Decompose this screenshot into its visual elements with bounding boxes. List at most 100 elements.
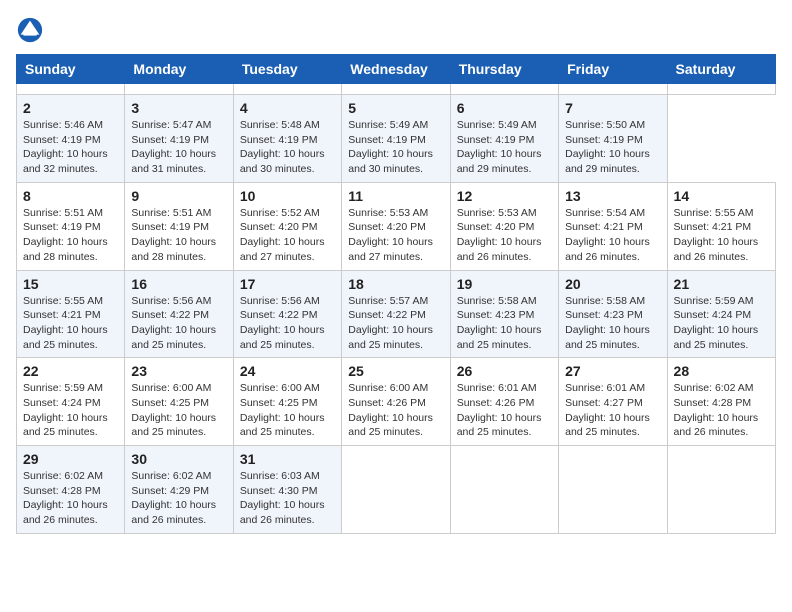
- day-cell-30: 30 Sunrise: 6:02 AM Sunset: 4:29 PM Dayl…: [125, 446, 233, 534]
- day-number: 12: [457, 188, 552, 204]
- day-cell-15: 15 Sunrise: 5:55 AM Sunset: 4:21 PM Dayl…: [17, 270, 125, 358]
- empty-cell: [667, 446, 775, 534]
- day-cell-9: 9 Sunrise: 5:51 AM Sunset: 4:19 PM Dayli…: [125, 182, 233, 270]
- day-number: 10: [240, 188, 335, 204]
- calendar-header-sunday: Sunday: [17, 55, 125, 84]
- logo: [16, 16, 48, 44]
- day-info: Sunrise: 5:55 AM Sunset: 4:21 PM Dayligh…: [23, 294, 118, 353]
- day-cell-24: 24 Sunrise: 6:00 AM Sunset: 4:25 PM Dayl…: [233, 358, 341, 446]
- day-number: 8: [23, 188, 118, 204]
- empty-cell: [450, 84, 558, 95]
- day-cell-10: 10 Sunrise: 5:52 AM Sunset: 4:20 PM Dayl…: [233, 182, 341, 270]
- day-info: Sunrise: 5:53 AM Sunset: 4:20 PM Dayligh…: [457, 206, 552, 265]
- day-cell-3: 3 Sunrise: 5:47 AM Sunset: 4:19 PM Dayli…: [125, 95, 233, 183]
- day-cell-18: 18 Sunrise: 5:57 AM Sunset: 4:22 PM Dayl…: [342, 270, 450, 358]
- logo-icon: [16, 16, 44, 44]
- calendar-header-thursday: Thursday: [450, 55, 558, 84]
- day-cell-20: 20 Sunrise: 5:58 AM Sunset: 4:23 PM Dayl…: [559, 270, 667, 358]
- calendar-week-1: [17, 84, 776, 95]
- day-info: Sunrise: 6:00 AM Sunset: 4:25 PM Dayligh…: [131, 381, 226, 440]
- day-info: Sunrise: 5:48 AM Sunset: 4:19 PM Dayligh…: [240, 118, 335, 177]
- day-number: 18: [348, 276, 443, 292]
- calendar-header-wednesday: Wednesday: [342, 55, 450, 84]
- day-cell-8: 8 Sunrise: 5:51 AM Sunset: 4:19 PM Dayli…: [17, 182, 125, 270]
- day-cell-17: 17 Sunrise: 5:56 AM Sunset: 4:22 PM Dayl…: [233, 270, 341, 358]
- calendar-table: SundayMondayTuesdayWednesdayThursdayFrid…: [16, 54, 776, 534]
- empty-cell: [450, 446, 558, 534]
- page-header: [16, 16, 776, 44]
- day-cell-6: 6 Sunrise: 5:49 AM Sunset: 4:19 PM Dayli…: [450, 95, 558, 183]
- day-cell-25: 25 Sunrise: 6:00 AM Sunset: 4:26 PM Dayl…: [342, 358, 450, 446]
- day-number: 9: [131, 188, 226, 204]
- day-cell-5: 5 Sunrise: 5:49 AM Sunset: 4:19 PM Dayli…: [342, 95, 450, 183]
- day-cell-16: 16 Sunrise: 5:56 AM Sunset: 4:22 PM Dayl…: [125, 270, 233, 358]
- calendar-header-row: SundayMondayTuesdayWednesdayThursdayFrid…: [17, 55, 776, 84]
- empty-cell: [17, 84, 125, 95]
- day-info: Sunrise: 6:00 AM Sunset: 4:26 PM Dayligh…: [348, 381, 443, 440]
- day-info: Sunrise: 6:03 AM Sunset: 4:30 PM Dayligh…: [240, 469, 335, 528]
- day-info: Sunrise: 6:02 AM Sunset: 4:28 PM Dayligh…: [674, 381, 769, 440]
- day-info: Sunrise: 5:46 AM Sunset: 4:19 PM Dayligh…: [23, 118, 118, 177]
- day-info: Sunrise: 6:01 AM Sunset: 4:26 PM Dayligh…: [457, 381, 552, 440]
- day-info: Sunrise: 5:51 AM Sunset: 4:19 PM Dayligh…: [131, 206, 226, 265]
- calendar-week-6: 29 Sunrise: 6:02 AM Sunset: 4:28 PM Dayl…: [17, 446, 776, 534]
- day-info: Sunrise: 5:59 AM Sunset: 4:24 PM Dayligh…: [23, 381, 118, 440]
- empty-cell: [559, 446, 667, 534]
- day-number: 22: [23, 363, 118, 379]
- day-cell-12: 12 Sunrise: 5:53 AM Sunset: 4:20 PM Dayl…: [450, 182, 558, 270]
- calendar-week-4: 15 Sunrise: 5:55 AM Sunset: 4:21 PM Dayl…: [17, 270, 776, 358]
- empty-cell: [667, 84, 775, 95]
- day-number: 24: [240, 363, 335, 379]
- day-number: 23: [131, 363, 226, 379]
- day-cell-13: 13 Sunrise: 5:54 AM Sunset: 4:21 PM Dayl…: [559, 182, 667, 270]
- day-cell-2: 2 Sunrise: 5:46 AM Sunset: 4:19 PM Dayli…: [17, 95, 125, 183]
- day-cell-22: 22 Sunrise: 5:59 AM Sunset: 4:24 PM Dayl…: [17, 358, 125, 446]
- calendar-header-monday: Monday: [125, 55, 233, 84]
- day-cell-23: 23 Sunrise: 6:00 AM Sunset: 4:25 PM Dayl…: [125, 358, 233, 446]
- day-cell-11: 11 Sunrise: 5:53 AM Sunset: 4:20 PM Dayl…: [342, 182, 450, 270]
- day-number: 11: [348, 188, 443, 204]
- day-number: 28: [674, 363, 769, 379]
- day-info: Sunrise: 6:00 AM Sunset: 4:25 PM Dayligh…: [240, 381, 335, 440]
- day-info: Sunrise: 5:59 AM Sunset: 4:24 PM Dayligh…: [674, 294, 769, 353]
- day-info: Sunrise: 5:52 AM Sunset: 4:20 PM Dayligh…: [240, 206, 335, 265]
- calendar-header-saturday: Saturday: [667, 55, 775, 84]
- day-number: 15: [23, 276, 118, 292]
- day-info: Sunrise: 5:49 AM Sunset: 4:19 PM Dayligh…: [348, 118, 443, 177]
- day-info: Sunrise: 5:55 AM Sunset: 4:21 PM Dayligh…: [674, 206, 769, 265]
- day-number: 2: [23, 100, 118, 116]
- calendar-week-2: 2 Sunrise: 5:46 AM Sunset: 4:19 PM Dayli…: [17, 95, 776, 183]
- day-info: Sunrise: 5:50 AM Sunset: 4:19 PM Dayligh…: [565, 118, 660, 177]
- empty-cell: [559, 84, 667, 95]
- day-number: 7: [565, 100, 660, 116]
- calendar-week-5: 22 Sunrise: 5:59 AM Sunset: 4:24 PM Dayl…: [17, 358, 776, 446]
- day-number: 5: [348, 100, 443, 116]
- day-info: Sunrise: 5:57 AM Sunset: 4:22 PM Dayligh…: [348, 294, 443, 353]
- day-info: Sunrise: 6:01 AM Sunset: 4:27 PM Dayligh…: [565, 381, 660, 440]
- day-info: Sunrise: 5:51 AM Sunset: 4:19 PM Dayligh…: [23, 206, 118, 265]
- day-cell-21: 21 Sunrise: 5:59 AM Sunset: 4:24 PM Dayl…: [667, 270, 775, 358]
- day-number: 31: [240, 451, 335, 467]
- day-cell-14: 14 Sunrise: 5:55 AM Sunset: 4:21 PM Dayl…: [667, 182, 775, 270]
- day-info: Sunrise: 6:02 AM Sunset: 4:28 PM Dayligh…: [23, 469, 118, 528]
- day-number: 21: [674, 276, 769, 292]
- day-cell-31: 31 Sunrise: 6:03 AM Sunset: 4:30 PM Dayl…: [233, 446, 341, 534]
- day-info: Sunrise: 5:49 AM Sunset: 4:19 PM Dayligh…: [457, 118, 552, 177]
- empty-cell: [342, 446, 450, 534]
- day-info: Sunrise: 5:47 AM Sunset: 4:19 PM Dayligh…: [131, 118, 226, 177]
- day-number: 30: [131, 451, 226, 467]
- day-number: 20: [565, 276, 660, 292]
- day-cell-28: 28 Sunrise: 6:02 AM Sunset: 4:28 PM Dayl…: [667, 358, 775, 446]
- day-info: Sunrise: 5:54 AM Sunset: 4:21 PM Dayligh…: [565, 206, 660, 265]
- day-cell-26: 26 Sunrise: 6:01 AM Sunset: 4:26 PM Dayl…: [450, 358, 558, 446]
- day-info: Sunrise: 5:56 AM Sunset: 4:22 PM Dayligh…: [240, 294, 335, 353]
- day-number: 26: [457, 363, 552, 379]
- empty-cell: [233, 84, 341, 95]
- day-number: 14: [674, 188, 769, 204]
- day-cell-7: 7 Sunrise: 5:50 AM Sunset: 4:19 PM Dayli…: [559, 95, 667, 183]
- day-cell-4: 4 Sunrise: 5:48 AM Sunset: 4:19 PM Dayli…: [233, 95, 341, 183]
- day-number: 4: [240, 100, 335, 116]
- day-number: 6: [457, 100, 552, 116]
- empty-cell: [342, 84, 450, 95]
- empty-cell: [125, 84, 233, 95]
